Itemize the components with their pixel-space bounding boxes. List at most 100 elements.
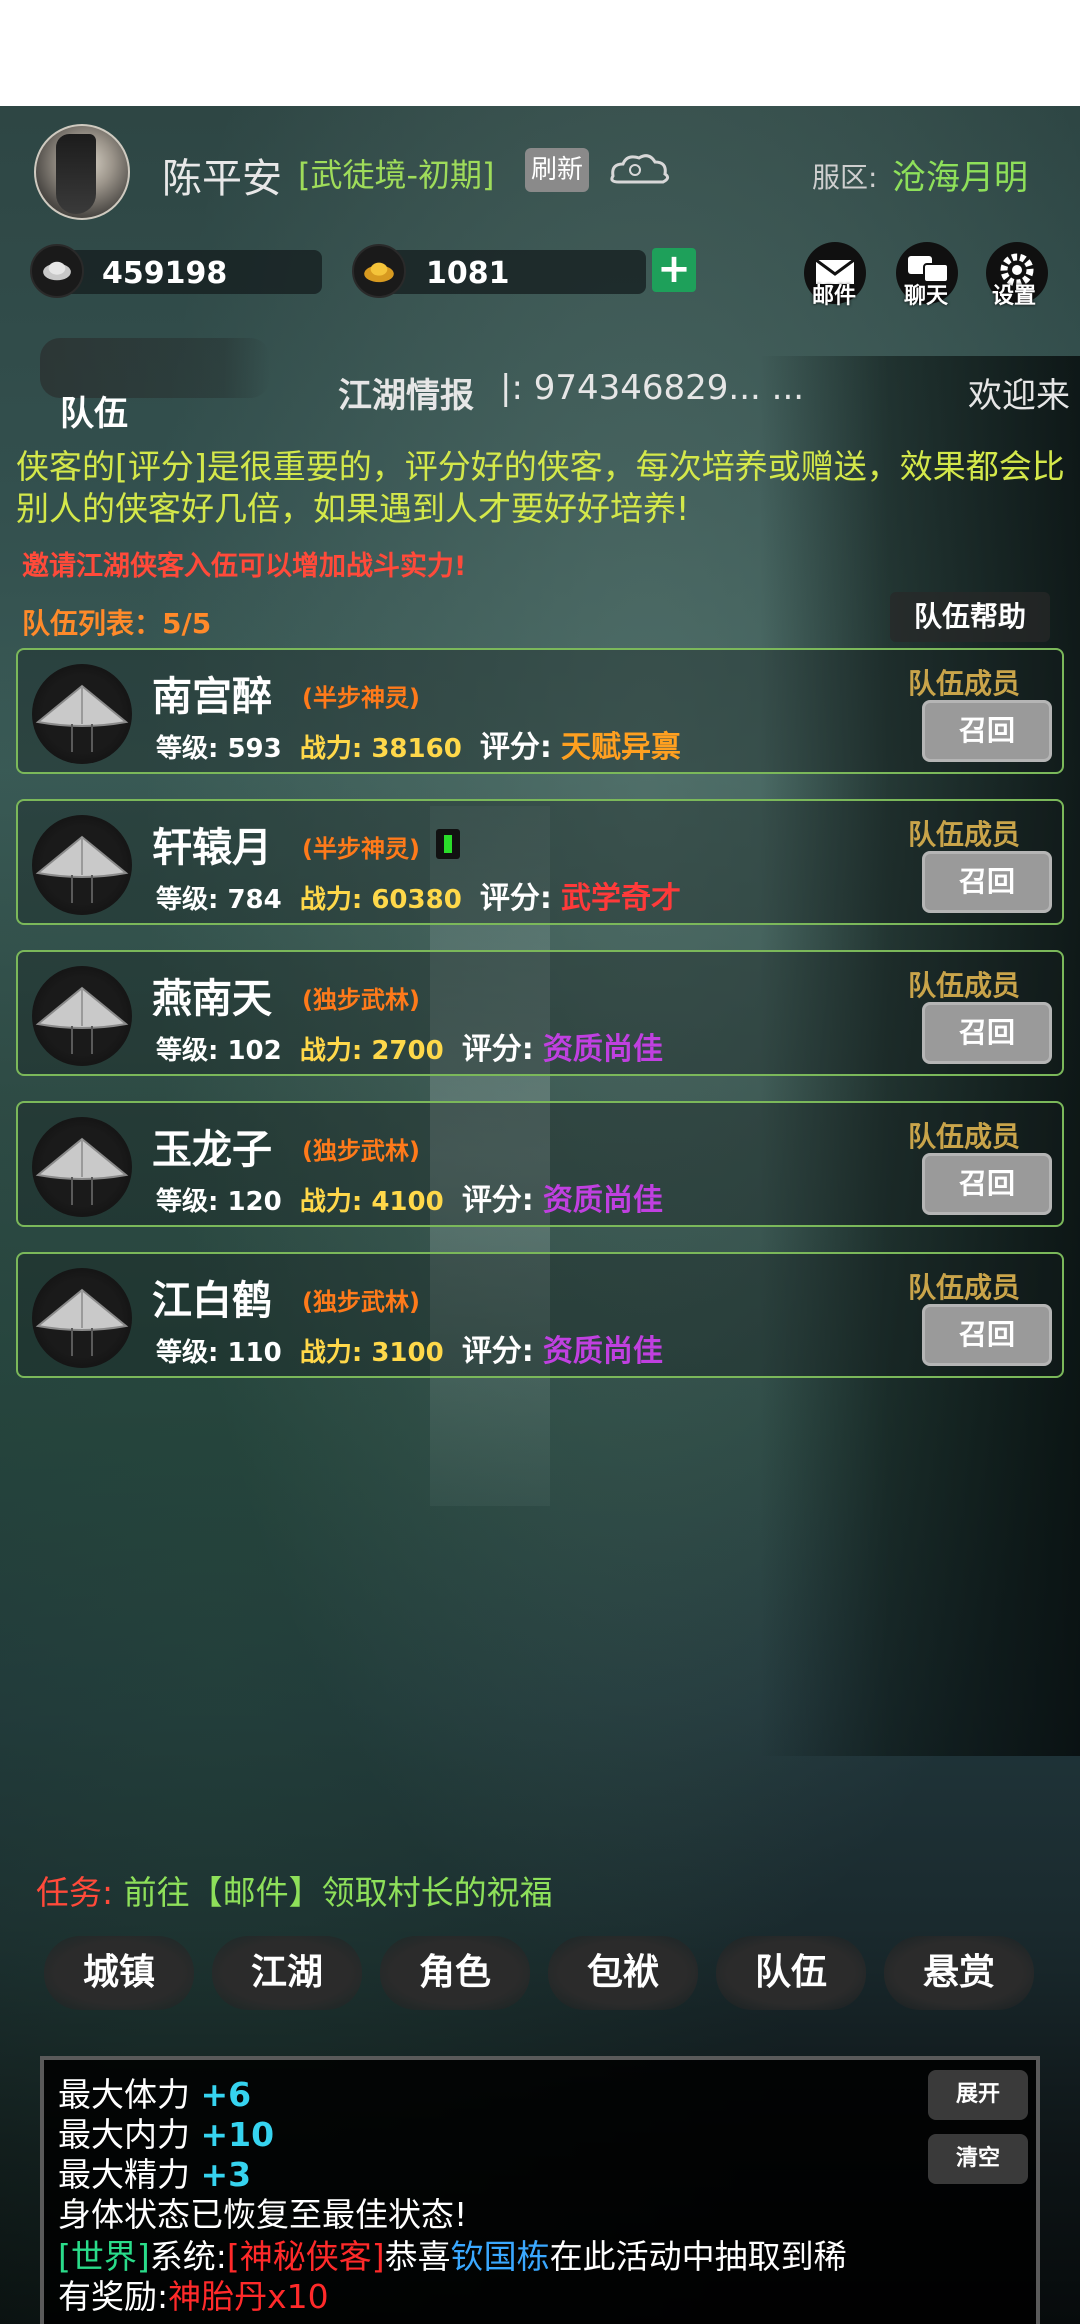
member-stats: 等级: 102 战力: 2700 评分: 资质尚佳 [156,1024,663,1068]
cloud-icon[interactable] [605,148,675,192]
news-ticker: |: 974346829... ... [500,368,805,408]
member-stats: 等级: 784 战力: 60380 评分: 武学奇才 [156,873,681,917]
add-gold-button[interactable]: + [652,248,696,292]
log-reward-line: 有奖励:神胎丹x10 [58,2270,329,2318]
recall-button[interactable]: 召回 [922,851,1052,913]
member-realm: (独步武林) [302,1137,420,1165]
nav-bag[interactable]: 包袱 [548,1936,698,2010]
score-value: 资质尚佳 [542,1183,663,1218]
congrats-text: 恭喜 [384,2237,451,2276]
member-name: 轩辕月 [152,825,272,871]
player-avatar[interactable] [34,124,130,220]
level-value: 593 [227,734,282,764]
member-stats: 等级: 593 战力: 38160 评分: 天赋异禀 [156,722,681,766]
member-card[interactable]: 玉龙子 (独步武林) 等级: 120 战力: 4100 评分: 资质尚佳 队伍成员 召回 [16,1101,1064,1227]
refresh-button[interactable]: 刷新 [525,148,589,192]
bamboo-hat-icon [32,1268,132,1368]
score-label: 评分: [479,881,552,916]
reward-label: 有奖励: [58,2277,169,2316]
score-label: 评分: [461,1334,534,1369]
bamboo-hat-icon [32,815,132,915]
mail-label[interactable]: 邮件 [812,278,856,310]
team-count: 队伍列表：5/5 [22,607,212,640]
nav-town[interactable]: 城镇 [44,1936,194,2010]
chat-label[interactable]: 聊天 [904,278,948,310]
recall-button[interactable]: 召回 [922,1153,1052,1215]
member-name: 南宫醉 [152,674,272,720]
bamboo-hat-icon [32,966,132,1066]
news-label: 江湖情报 [338,376,474,416]
member-name: 玉龙子 [152,1127,272,1173]
silver-value: 459198 [102,256,228,291]
power-label: 战力: [299,1036,363,1066]
score-value: 资质尚佳 [542,1334,663,1369]
nav-character[interactable]: 角色 [380,1936,530,2010]
member-realm: (独步武林) [302,1288,420,1316]
member-role: 队伍成员 [908,667,1021,700]
recall-button[interactable]: 召回 [922,700,1052,762]
reward-item: 神胎丹x10 [168,2277,329,2316]
nav-team[interactable]: 队伍 [716,1936,866,2010]
score-value: 资质尚佳 [542,1032,663,1067]
score-label: 评分: [461,1032,534,1067]
score-value: 天赋异禀 [560,730,681,765]
bamboo-hat-icon [32,1117,132,1217]
level-value: 110 [227,1338,282,1368]
level-value: 120 [227,1187,282,1217]
member-card[interactable]: 轩辕月 (半步神灵) 等级: 784 战力: 60380 评分: 武学奇才 队伍成员召… [16,799,1064,925]
member-card[interactable]: 燕南天 (独步武林) 等级: 102 战力: 2700 评分: 资质尚佳 队伍成员 召回 [16,950,1064,1076]
recall-button[interactable]: 召回 [922,1002,1052,1064]
winner-name[interactable]: 钦国栋 [451,2237,550,2276]
nav-bounty[interactable]: 悬赏 [884,1936,1034,2010]
level-value: 784 [227,885,282,915]
member-realm: (独步武林) [302,986,420,1014]
score-label: 评分: [461,1183,534,1218]
power-label: 战力: [299,1338,363,1368]
level-label: 等级: [156,1338,219,1368]
section-title: 队伍 [60,394,128,434]
server-name[interactable]: 沧海月明 [892,150,1028,199]
member-name: 燕南天 [152,976,272,1022]
player-name: 陈平安 [162,156,282,202]
quest-line[interactable]: 任务: 前往【邮件】领取村长的祝福 [36,1866,553,1914]
power-value: 4100 [371,1187,444,1217]
team-help-button[interactable]: 队伍帮助 [890,592,1050,642]
member-stats: 等级: 110 战力: 3100 评分: 资质尚佳 [156,1326,663,1370]
member-role: 队伍成员 [908,1271,1021,1304]
member-stats: 等级: 120 战力: 4100 评分: 资质尚佳 [156,1175,663,1219]
quest-label: 任务: [36,1873,114,1912]
game-screen: 陈平安 [武徒境-初期] 刷新 服区: 沧海月明 459198 1081 + 邮… [0,106,1080,2324]
power-value: 2700 [371,1036,444,1066]
level-label: 等级: [156,885,219,915]
power-label: 战力: [299,885,363,915]
recall-button[interactable]: 召回 [922,1304,1052,1366]
expand-button[interactable]: 展开 [928,2070,1028,2120]
news-welcome: 欢迎来 [968,376,1070,416]
player-realm: [武徒境-初期] [298,156,495,194]
battery-icon [436,829,460,859]
server-label: 服区: [812,161,878,194]
member-name: 江白鹤 [152,1278,272,1324]
level-label: 等级: [156,734,219,764]
log-line: 身体状态已恢复至最佳状态! [58,2195,468,2234]
clear-button[interactable]: 清空 [928,2134,1028,2184]
member-card[interactable]: 南宫醉 (半步神灵) 等级: 593 战力: 38160 评分: 天赋异禀 队伍成员召… [16,648,1064,774]
invite-text: 邀请江湖侠客入伍可以增加战斗实力! [22,551,467,582]
event-text: 在此活动中抽取到稀 [549,2237,847,2276]
nav-jianghu[interactable]: 江湖 [212,1936,362,2010]
gold-box [384,250,646,294]
member-role: 队伍成员 [908,969,1021,1002]
power-value: 60380 [371,885,462,915]
level-value: 102 [227,1036,282,1066]
message-log[interactable]: 最大体力 +6 最大内力 +10 最大精力 +3 身体状态已恢复至最佳状态! [… [40,2056,1040,2324]
quest-text[interactable]: 前往【邮件】领取村长的祝福 [124,1873,553,1912]
status-bar-area [0,0,1080,106]
score-label: 评分: [479,730,552,765]
member-role: 队伍成员 [908,1120,1021,1153]
power-label: 战力: [299,1187,363,1217]
gold-value: 1081 [426,256,510,291]
member-card[interactable]: 江白鹤 (独步武林) 等级: 110 战力: 3100 评分: 资质尚佳 队伍成员 召回 [16,1252,1064,1378]
score-value: 武学奇才 [560,881,681,916]
tip-text: 侠客的[评分]是很重要的，评分好的侠客，每次培养或赠送，效果都会比别人的侠客好几… [16,447,1065,528]
settings-label[interactable]: 设置 [992,278,1036,310]
